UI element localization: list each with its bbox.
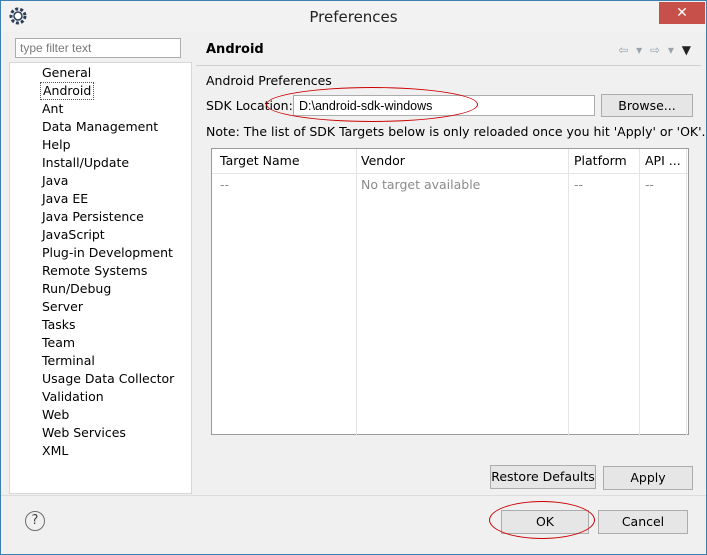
column-divider — [568, 149, 569, 436]
tree-item-web-services[interactable]: Web Services — [40, 425, 128, 441]
tree-item-server[interactable]: Server — [40, 299, 85, 315]
help-icon[interactable]: ? — [25, 511, 45, 531]
filter-input[interactable] — [15, 38, 181, 58]
back-arrow-icon[interactable]: ⇦ — [618, 43, 628, 57]
column-header-vendor[interactable]: Vendor — [361, 153, 405, 168]
back-menu-icon[interactable]: ▾ — [636, 43, 642, 57]
tree-item-java-ee[interactable]: Java EE — [40, 191, 90, 207]
tree-item-android[interactable]: Android — [40, 82, 95, 100]
section-label: Android Preferences — [206, 73, 332, 88]
tree-item-team[interactable]: Team — [40, 335, 77, 351]
tree-item-help[interactable]: Help — [40, 137, 73, 153]
sdk-targets-table: Target Name Vendor Platform API ... -- N… — [211, 148, 689, 436]
forward-arrow-icon[interactable]: ⇨ — [650, 43, 660, 57]
window-title: Preferences — [309, 8, 398, 26]
tree-item-ant[interactable]: Ant — [40, 101, 65, 117]
tree-item-java[interactable]: Java — [40, 173, 70, 189]
tree-item-data-management[interactable]: Data Management — [40, 119, 160, 135]
browse-button[interactable]: Browse... — [601, 94, 693, 117]
preferences-window: Preferences ✕ General Android Ant Data M… — [0, 0, 707, 555]
apply-button[interactable]: Apply — [603, 466, 693, 490]
tree-item-validation[interactable]: Validation — [40, 389, 106, 405]
restore-defaults-button[interactable]: Restore Defaults — [490, 465, 596, 489]
tree-item-java-persistence[interactable]: Java Persistence — [40, 209, 146, 225]
tree-item-web[interactable]: Web — [40, 407, 71, 423]
tree-item-remote-systems[interactable]: Remote Systems — [40, 263, 149, 279]
tree-item-run-debug[interactable]: Run/Debug — [40, 281, 113, 297]
tree-item-terminal[interactable]: Terminal — [40, 353, 97, 369]
tree-item-plugin-development[interactable]: Plug-in Development — [40, 245, 175, 261]
column-divider — [639, 149, 640, 436]
header-divider — [196, 65, 701, 66]
sdk-note: Note: The list of SDK Targets below is o… — [206, 124, 706, 139]
column-header-api[interactable]: API ... — [645, 153, 681, 168]
table-cell-vendor: No target available — [361, 177, 481, 192]
footer-divider — [1, 495, 706, 496]
table-cell-target: -- — [220, 177, 230, 192]
tree-item-javascript[interactable]: JavaScript — [40, 227, 107, 243]
forward-menu-icon[interactable]: ▾ — [668, 43, 674, 57]
page-nav: ⇦ ▾ ⇨ ▾ ▼ — [614, 43, 691, 57]
title-bar: Preferences ✕ — [1, 1, 706, 32]
close-button[interactable]: ✕ — [659, 2, 705, 24]
table-cell-platform: -- — [574, 177, 584, 192]
tree-item-usage-data-collector[interactable]: Usage Data Collector — [40, 371, 176, 387]
column-header-target-name[interactable]: Target Name — [220, 153, 300, 168]
tree-item-xml[interactable]: XML — [40, 443, 70, 459]
table-cell-api: -- — [645, 177, 655, 192]
preference-tree: General Android Ant Data Management Help… — [9, 62, 192, 494]
page-header: Android ⇦ ▾ ⇨ ▾ ▼ — [196, 36, 701, 64]
tree-item-install-update[interactable]: Install/Update — [40, 155, 131, 171]
table-header-divider — [212, 173, 688, 174]
tree-item-general[interactable]: General — [40, 65, 93, 81]
cancel-button[interactable]: Cancel — [598, 510, 688, 534]
column-divider — [686, 149, 687, 436]
view-menu-icon[interactable]: ▼ — [682, 43, 691, 57]
column-divider — [356, 149, 357, 436]
annotation-ellipse-sdk — [266, 87, 478, 122]
annotation-ellipse-ok — [489, 501, 595, 539]
tree-item-tasks[interactable]: Tasks — [40, 317, 78, 333]
page-title: Android — [206, 42, 264, 57]
column-header-platform[interactable]: Platform — [574, 153, 627, 168]
